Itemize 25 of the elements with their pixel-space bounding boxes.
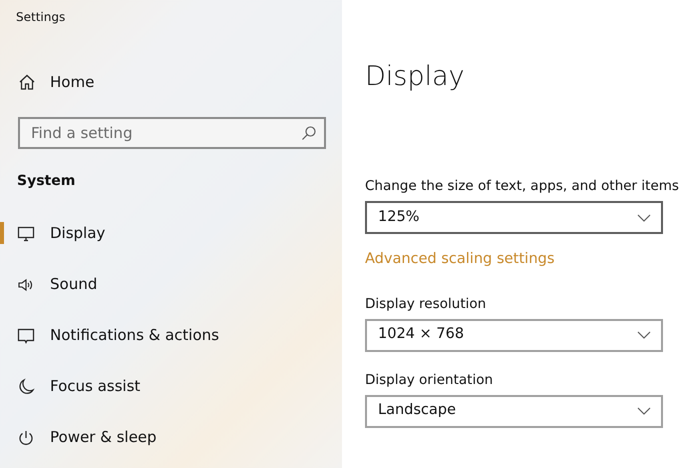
moon-icon <box>17 378 35 396</box>
sidebar-item[interactable]: Display <box>17 222 106 245</box>
dropdown[interactable]: 1024 × 768 <box>365 318 663 352</box>
monitor-icon <box>17 224 35 242</box>
dropdown[interactable]: 125% <box>365 201 663 234</box>
chevron-down-icon <box>637 214 651 222</box>
chevron-down-icon <box>637 331 651 340</box>
search-field[interactable]: Find a setting <box>18 117 326 149</box>
section-title: System <box>17 172 76 191</box>
chevron-down-icon <box>637 407 651 416</box>
window-title: Settings <box>15 9 66 25</box>
page-heading: Display <box>365 60 465 94</box>
sidebar-item[interactable]: Sound <box>17 273 98 296</box>
sidebar-item[interactable]: Focus assist <box>17 375 140 398</box>
message-icon <box>17 326 35 344</box>
home-link[interactable]: Home <box>18 71 94 94</box>
home-icon <box>18 73 36 92</box>
power-icon <box>17 428 35 446</box>
setting-label: Display orientation <box>365 370 493 390</box>
setting-label: Change the size of text, apps, and other items <box>365 177 679 196</box>
setting-label: Display resolution <box>365 294 486 314</box>
search-icon[interactable] <box>301 125 317 141</box>
sidebar-item[interactable]: Power & sleep <box>17 426 157 449</box>
sidebar-item[interactable]: Notifications & actions <box>17 324 220 347</box>
dropdown[interactable]: Landscape <box>365 394 663 428</box>
